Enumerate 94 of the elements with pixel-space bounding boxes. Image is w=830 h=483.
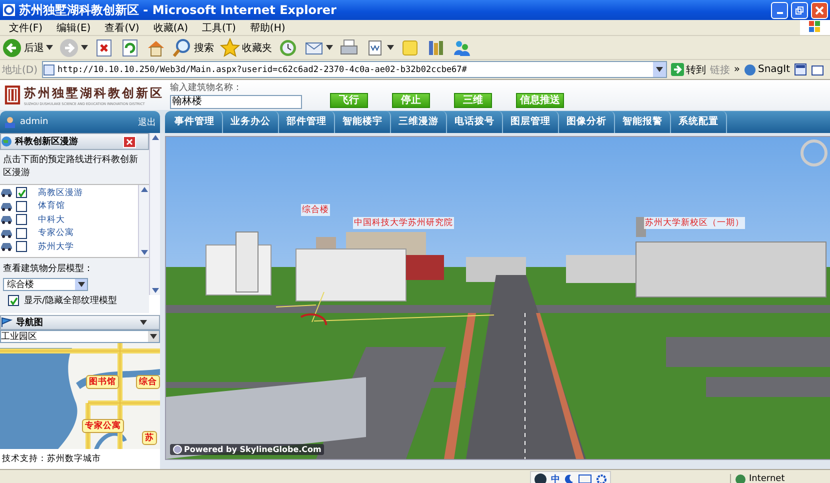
go-button[interactable]: 转到 [670, 62, 706, 76]
restore-button[interactable] [791, 2, 808, 18]
building-label: 苏州大学新校区（一期） [644, 217, 745, 229]
user-icon [4, 116, 16, 128]
map-label: 综合 [136, 375, 160, 390]
checkbox[interactable] [16, 200, 27, 212]
window-title: 苏州独墅湖科教创新区 - Microsoft Internet Explorer [19, 2, 338, 18]
building-name-field[interactable]: 翰林楼 [170, 95, 302, 109]
route-link[interactable]: 苏州大学 [38, 240, 74, 253]
close-button[interactable] [123, 136, 136, 148]
credit-text: Powered by SkylineGlobe.Com [184, 445, 322, 454]
window-icon[interactable] [794, 63, 807, 76]
car-icon [0, 215, 13, 224]
caret-icon[interactable] [387, 45, 394, 50]
username: admin [20, 117, 48, 127]
map-label: 图书馆 [86, 375, 119, 390]
scrollbar[interactable] [138, 185, 149, 257]
stop-icon[interactable] [94, 38, 114, 58]
refresh-icon[interactable] [120, 38, 140, 58]
address-field[interactable]: http://10.10.10.250/Web3d/Main.aspx?userid=c62c6ad2-2370-4c0a-ae02-b32b02ccbe67# [42, 61, 667, 78]
ime-mode[interactable]: 中 [551, 472, 560, 483]
toolbar-label: 收藏夹 [242, 42, 272, 54]
minimize-icon [776, 12, 782, 14]
logout-link[interactable]: 退出 [138, 116, 156, 128]
address-label: 地址(D) [2, 64, 38, 76]
checkbox[interactable] [16, 214, 27, 226]
flag-icon [1, 317, 13, 328]
caret-icon[interactable] [46, 45, 53, 50]
dropdown-caret-icon[interactable] [78, 282, 84, 287]
checkbox[interactable] [16, 241, 27, 252]
logo-icon [4, 84, 21, 106]
gear-icon[interactable] [596, 474, 607, 483]
zone-label: Internet [749, 474, 785, 483]
ie-page-icon [2, 3, 16, 17]
texture-toggle-label: 显示/隐藏全部纹理模型 [24, 294, 118, 307]
building-label: 中国科技大学苏州研究院 [353, 217, 454, 229]
menu-item[interactable]: 收藏(A) [146, 20, 195, 34]
car-icon [0, 228, 13, 238]
toolbar-label: 后退 [24, 42, 44, 54]
close-button[interactable] [811, 2, 828, 18]
caret-icon[interactable] [81, 45, 88, 50]
scrollbar[interactable] [149, 133, 160, 295]
snagit-button[interactable]: SnagIt [744, 64, 790, 76]
printer-icon[interactable] [339, 38, 359, 58]
route-link[interactable]: 中科大 [38, 214, 65, 226]
route-link[interactable]: 高教区漫游 [38, 186, 83, 199]
panel-title: 导航图 [16, 316, 43, 330]
area-select[interactable]: 工业园区 [0, 330, 160, 344]
arrow-icon [670, 63, 684, 76]
instruction-text: 点击下面的预定路线进行科教创新区漫游 [0, 150, 149, 185]
more-chevron[interactable]: » [734, 64, 740, 75]
dropdown-caret-icon[interactable] [656, 67, 663, 72]
checkbox[interactable] [8, 295, 19, 306]
footer-text: 技术支持：苏州数字城市 [1, 452, 102, 466]
scroll-up-icon[interactable] [152, 135, 158, 140]
minimize-button[interactable] [771, 2, 788, 18]
star-icon[interactable] [220, 38, 240, 58]
building-select[interactable]: 综合楼 [3, 278, 88, 291]
restore-icon [795, 6, 804, 14]
dropdown-caret-icon[interactable] [150, 334, 157, 340]
menu-item[interactable]: 编辑(E) [50, 20, 98, 34]
windows-flag-icon [808, 20, 822, 34]
route-link[interactable]: 体育馆 [38, 200, 65, 212]
checkbox[interactable] [16, 187, 27, 198]
building-label: 综合楼 [301, 204, 330, 216]
panel-title: 科教创新区漫游 [15, 135, 78, 148]
keyboard-icon[interactable] [578, 474, 592, 483]
menu-item[interactable]: 工具(T) [195, 20, 243, 34]
page-icon [42, 64, 55, 76]
menu-item[interactable]: 帮助(H) [242, 20, 292, 34]
checkbox[interactable] [16, 228, 27, 239]
window-icon[interactable] [811, 63, 824, 76]
search-label: 输入建筑物名称： [170, 82, 243, 94]
caret-icon[interactable] [326, 45, 333, 50]
toolbar-label: 搜索 [194, 42, 214, 54]
car-icon [0, 188, 13, 198]
car-icon [0, 202, 13, 211]
logo-title: 苏州独墅湖科教创新区 [24, 84, 164, 102]
collapse-caret-icon[interactable] [140, 320, 147, 326]
moon-icon[interactable] [564, 474, 574, 483]
scroll-down-icon[interactable] [152, 288, 158, 293]
menu-item[interactable]: 查看(V) [98, 20, 146, 34]
close-icon [815, 6, 824, 14]
map-label: 专家公寓 [82, 419, 124, 434]
scroll-down-icon[interactable] [140, 250, 148, 255]
search-icon[interactable] [172, 38, 192, 58]
map-label: 苏 [142, 431, 157, 446]
scroll-up-icon[interactable] [140, 187, 148, 192]
clock-icon[interactable] [278, 38, 298, 58]
layer-label: 查看建筑物分层模型： [3, 262, 94, 275]
ime-logo-icon[interactable] [534, 472, 547, 483]
car-icon [0, 242, 13, 252]
route-link[interactable]: 专家公寓 [38, 227, 74, 240]
menu-item[interactable]: 文件(F) [2, 20, 50, 34]
